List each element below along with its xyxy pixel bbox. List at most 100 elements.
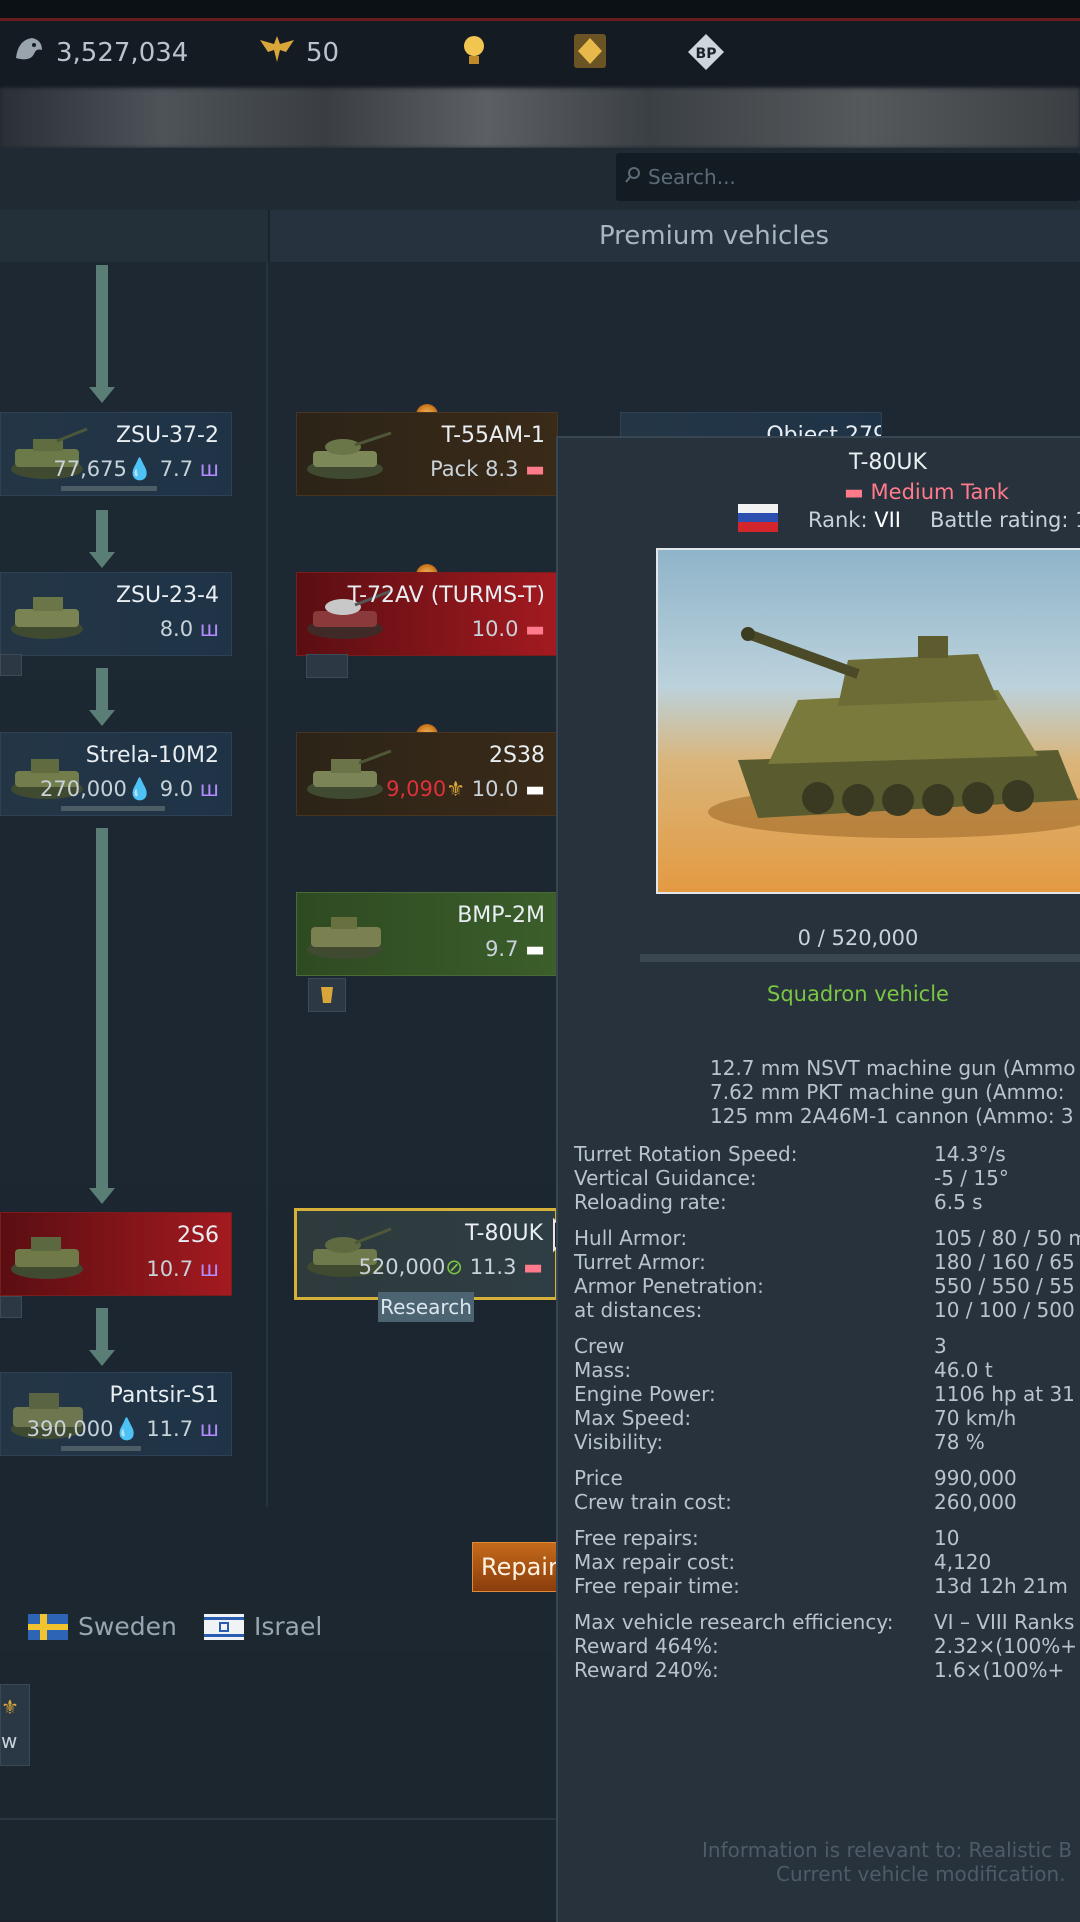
stat-label: Turret Rotation Speed: <box>574 1142 798 1166</box>
stat-value: 1106 hp at 31 <box>934 1382 1075 1406</box>
golden-eagles-counter[interactable]: 50 <box>258 32 339 73</box>
sweden-flag-icon <box>28 1613 68 1640</box>
vehicle-preview-image <box>656 548 1080 894</box>
stat-label: Crew train cost: <box>574 1490 732 1514</box>
vehicle-class-label: Medium Tank <box>870 480 1009 504</box>
stat-value: 990,000 <box>934 1466 1017 1490</box>
stat-value: 14.3°/s <box>934 1142 1006 1166</box>
tab-research-tree[interactable] <box>0 210 270 262</box>
battle-rating-info: Battle rating: 1 <box>930 508 1080 532</box>
research-button[interactable]: Research <box>378 1292 474 1322</box>
stat-value: 46.0 t <box>934 1358 993 1382</box>
vehicle-name: ZSU-37-2 <box>115 423 219 448</box>
stat-value: 180 / 160 / 65 <box>934 1250 1075 1274</box>
vehicle-card-zsu-23-4[interactable]: ZSU-23-4 8.0 ш <box>0 572 232 656</box>
stat-value: 10 / 100 / 500 <box>934 1298 1075 1322</box>
tank-thumbnail <box>307 749 392 799</box>
stat-value: 3 <box>934 1334 947 1358</box>
stat-label: Reloading rate: <box>574 1190 727 1214</box>
bp-icon[interactable]: BP <box>686 32 726 76</box>
battle-rating: 11.7 <box>146 1417 194 1441</box>
premium-vehicles-header: Premium vehicles <box>598 221 830 251</box>
rank-value: VII <box>874 508 901 532</box>
battle-rating: 8.0 <box>159 617 194 641</box>
rank-label: Rank: <box>808 508 868 532</box>
weapon-line: 12.7 mm NSVT machine gun (Ammo <box>710 1056 1076 1080</box>
tank-thumbnail <box>11 597 83 639</box>
vehicle-info: Pack 8.3 ▬ <box>430 457 545 481</box>
research-progress-bar <box>61 1446 141 1451</box>
vehicle-name: T-80UK <box>465 1221 543 1246</box>
stat-label: Armor Penetration: <box>574 1274 764 1298</box>
country-tab-sweden[interactable]: Sweden <box>28 1612 177 1641</box>
vehicle-info: 10.7 ш <box>146 1257 219 1281</box>
golden-eagle-icon <box>258 32 296 73</box>
stat-label: Free repairs: <box>574 1526 699 1550</box>
stat-value: 10 <box>934 1526 960 1550</box>
golden-eagle-icon: ⚜ <box>1 1695 19 1719</box>
battle-rating: 7.7 <box>159 457 194 481</box>
rank-info: Rank: VII <box>808 508 901 532</box>
squadron-unlock-icon <box>308 978 346 1012</box>
golden-eagle-price: 9,090 <box>386 777 447 801</box>
research-progress-bar <box>61 806 165 811</box>
vehicle-info: 77,675💧 7.7 ш <box>53 457 219 481</box>
stat-label: Mass: <box>574 1358 632 1382</box>
modification-note: Current vehicle modification. <box>776 1862 1066 1886</box>
stat-label: at distances: <box>574 1298 703 1322</box>
vehicle-card-zsu-37-2[interactable]: ZSU-37-2 77,675💧 7.7 ш <box>0 412 232 496</box>
research-cost: 520,000 <box>358 1255 446 1279</box>
vehicle-tooltip: T-80UK ▬ Medium Tank Rank: VII Battle ra… <box>556 436 1080 1922</box>
battle-rating: 10.7 <box>146 1257 194 1281</box>
stat-value: 260,000 <box>934 1490 1017 1514</box>
medium-tank-icon: ▬ <box>844 480 871 504</box>
tooltip-vehicle-name: T-80UK <box>849 450 927 475</box>
stat-value: 2.32×(100%+ <box>934 1634 1078 1658</box>
progress-value: 0 / 520,000 <box>797 926 919 950</box>
vehicle-card-t-55am-1[interactable]: T-55AM-1 Pack 8.3 ▬ <box>296 412 558 496</box>
diamond-icon[interactable] <box>572 32 608 74</box>
vehicle-name: T-55AM-1 <box>441 423 545 448</box>
tree-arrow <box>89 668 115 726</box>
divider <box>0 1818 556 1820</box>
vehicle-info: 9.7 ▬ <box>485 937 545 961</box>
column-divider <box>266 262 268 1507</box>
vehicle-card-pantsir-s1[interactable]: Pantsir-S1 390,000💧 11.7 ш <box>0 1372 232 1456</box>
tank-thumbnail <box>11 1237 83 1279</box>
lightbulb-icon[interactable] <box>458 32 490 72</box>
pack-label: Pack <box>430 457 479 481</box>
vehicle-card-bmp-2m[interactable]: BMP-2M 9.7 ▬ <box>296 892 558 976</box>
vehicle-card-2s6[interactable]: 2S6 10.7 ш <box>0 1212 232 1296</box>
russia-flag-icon <box>738 504 778 532</box>
stat-label: Turret Armor: <box>574 1250 706 1274</box>
research-cost: 77,675 <box>53 457 127 481</box>
vehicle-card-2s38[interactable]: 2S38 9,090⚜ 10.0 ▬ <box>296 732 558 816</box>
vehicle-card-t-80uk[interactable]: T-80UK 520,000⊘ 11.3 ▬ <box>294 1208 558 1300</box>
country-tab-israel[interactable]: Israel <box>204 1612 322 1641</box>
stat-label: Crew <box>574 1334 625 1358</box>
vehicle-name: 2S38 <box>489 743 545 768</box>
stat-value: 78 % <box>934 1430 985 1454</box>
vehicle-info: 520,000⊘ 11.3 ▬ <box>358 1255 543 1279</box>
repair-button[interactable]: Repair <box>472 1542 562 1592</box>
vehicle-card-t-72av-turms-t[interactable]: T-72AV (TURMS-T) 10.0 ▬ <box>296 572 558 656</box>
squadron-vehicle-label: Squadron vehicle <box>767 982 949 1006</box>
vehicle-info: 390,000💧 11.7 ш <box>26 1417 219 1441</box>
svg-text:BP: BP <box>696 46 717 62</box>
stat-value: 1.6×(100%+ <box>934 1658 1065 1682</box>
silver-lions-counter[interactable]: 3,527,034 <box>12 32 188 73</box>
squadron-icon <box>306 654 348 678</box>
vehicle-card-strela-10m2[interactable]: Strela-10M2 270,000💧 9.0 ш <box>0 732 232 816</box>
stat-label: Free repair time: <box>574 1574 740 1598</box>
search-input[interactable]: Search... <box>616 153 1080 201</box>
partial-card[interactable]: ⚜ w <box>0 1684 30 1766</box>
stat-value: 13d 12h 21m <box>934 1574 1068 1598</box>
tree-arrow <box>89 1308 115 1366</box>
stat-value: 550 / 550 / 55 <box>934 1274 1075 1298</box>
vehicle-name: BMP-2M <box>457 903 545 928</box>
battle-rating: 11.3 <box>469 1255 517 1279</box>
search-placeholder: Search... <box>648 165 736 189</box>
research-progress-bar <box>640 954 1080 962</box>
battle-rating: 9.7 <box>485 937 519 961</box>
stat-value: 4,120 <box>934 1550 992 1574</box>
